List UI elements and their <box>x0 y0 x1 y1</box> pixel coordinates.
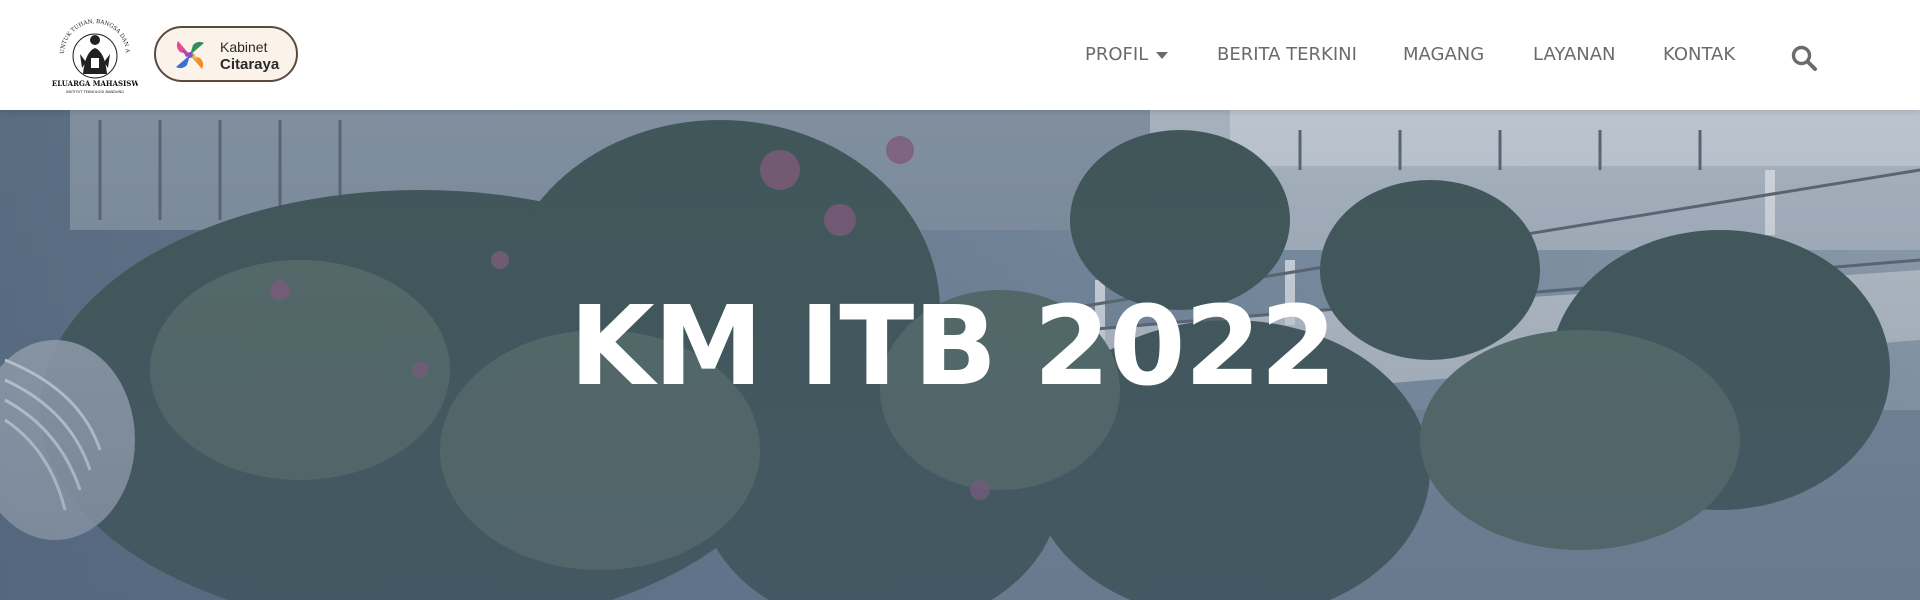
cabinet-badge[interactable]: Kabinet Citaraya <box>154 26 298 82</box>
nav-item-kontak[interactable]: KONTAK <box>1663 44 1735 65</box>
badge-text-kabinet: Kabinet <box>220 39 268 55</box>
nav-item-profil[interactable]: PROFIL <box>1085 44 1169 65</box>
nav-item-profil-label: PROFIL <box>1085 44 1149 65</box>
search-icon[interactable] <box>1790 44 1818 72</box>
citaraya-logo-icon <box>176 41 204 69</box>
chevron-down-icon <box>1156 51 1169 59</box>
logo-institution: INSTITUT TEKNOLOGI BANDUNG <box>66 90 124 94</box>
km-itb-logo-icon[interactable]: UNTUK TUHAN, BANGSA DAN ALMAMATER KELUAR… <box>52 14 138 96</box>
nav-item-berita-terkini[interactable]: BERITA TERKINI <box>1217 44 1357 65</box>
hero-title: KM ITB 2022 <box>569 282 1336 410</box>
nav-item-magang[interactable]: MAGANG <box>1403 44 1484 65</box>
nav-item-layanan[interactable]: LAYANAN <box>1533 44 1616 65</box>
hero-banner: KM ITB 2022 <box>0 110 1920 600</box>
logo-org-name: KELUARGA MAHASISWA <box>52 79 138 88</box>
site-header: UNTUK TUHAN, BANGSA DAN ALMAMATER KELUAR… <box>0 0 1920 110</box>
badge-text-citaraya: Citaraya <box>220 56 280 73</box>
